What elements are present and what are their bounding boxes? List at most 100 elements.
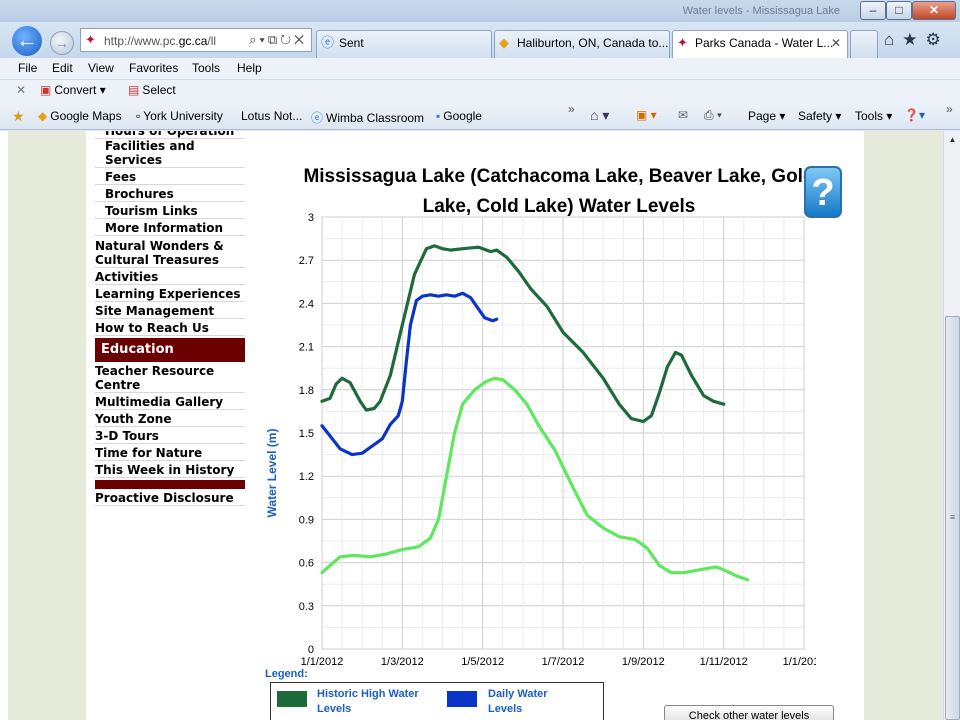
sidebar-item-this-week-in-history[interactable]: This Week in History	[95, 463, 245, 478]
y-tick-label: 2.4	[299, 298, 314, 310]
x-tick-label: 1/9/2012	[622, 656, 665, 668]
menu-tools[interactable]: Tools	[192, 61, 220, 75]
chevron-more-icon[interactable]: »	[946, 102, 953, 116]
page-menu[interactable]: Page ▾	[748, 109, 785, 123]
page-icon: ▫	[136, 109, 141, 123]
tab-sent[interactable]: ⓔ Sent	[316, 30, 492, 58]
sidebar-item-facilities[interactable]: Facilities and Services	[95, 139, 245, 168]
x-tick-label: 1/5/2012	[461, 656, 504, 668]
sidebar-item-brochures[interactable]: Brochures	[95, 187, 245, 202]
command-bar: ✕ ▣ Convert ▾ ▤ Select	[0, 80, 960, 102]
close-tab-icon[interactable]: ✕	[831, 31, 841, 55]
address-bar-icons[interactable]: ⌕▾⧉↻✕	[249, 32, 307, 48]
legend-label: Legend:	[265, 668, 308, 680]
menu-favorites[interactable]: Favorites	[129, 61, 178, 75]
sidebar-item-more-information[interactable]: More Information	[95, 221, 245, 236]
sidebar-item-3d-tours[interactable]: 3-D Tours	[95, 429, 245, 444]
page-margin-left	[8, 131, 86, 720]
maximize-button[interactable]: □	[886, 1, 912, 20]
menu-help[interactable]: Help	[237, 61, 262, 75]
sidebar-item-fees[interactable]: Fees	[95, 170, 245, 185]
help-menu-icon[interactable]: ❓▾	[904, 108, 925, 122]
sidebar-item-teacher-resource-centre[interactable]: Teacher Resource Centre	[95, 364, 245, 393]
mail-icon[interactable]: ✉	[678, 108, 688, 122]
legend-text-daily: Daily Water Levels	[488, 688, 548, 715]
menu-edit[interactable]: Edit	[52, 61, 73, 75]
x-tick-label: 1/7/2012	[542, 656, 585, 668]
page-margin-right	[864, 131, 943, 720]
maple-leaf-icon: ✦	[677, 35, 688, 50]
address-url[interactable]: http://www.pc.gc.ca/ll	[104, 34, 216, 48]
y-tick-label: 2.1	[299, 342, 314, 354]
address-bar[interactable]: ✦ http://www.pc.gc.ca/ll ⌕▾⧉↻✕	[80, 28, 312, 52]
feeds-icon[interactable]: ▣ ▾	[636, 108, 657, 122]
print-icon[interactable]: ⎙ ▾	[704, 108, 722, 123]
minimize-button[interactable]: –	[860, 1, 886, 20]
fav-york-university[interactable]: ▫ York University	[136, 109, 223, 123]
ie-page-icon: ⓔ	[321, 35, 335, 50]
menu-file[interactable]: File	[18, 61, 37, 75]
convert-button[interactable]: ▣ Convert ▾	[40, 83, 106, 97]
tab-haliburton[interactable]: ◆ Haliburton, ON, Canada to...	[494, 30, 670, 58]
favorites-star-icon[interactable]: ★	[12, 108, 25, 125]
maple-leaf-icon: ✦	[85, 32, 96, 47]
menu-bar: File Edit View Favorites Tools Help	[0, 58, 960, 80]
fav-google-maps[interactable]: ◆ Google Maps	[38, 109, 122, 123]
check-other-water-levels-button[interactable]: Check other water levels	[664, 705, 834, 720]
x-tick-label: 1/3/2012	[381, 656, 424, 668]
chevron-more-icon[interactable]: »	[568, 102, 575, 116]
y-tick-label: 0.6	[299, 558, 314, 570]
fav-google[interactable]: ▪ Google	[436, 109, 482, 123]
scroll-thumb[interactable]: ≡	[945, 316, 960, 720]
menu-view[interactable]: View	[88, 61, 114, 75]
maps-icon: ◆	[499, 35, 509, 50]
sidebar-item-time-for-nature[interactable]: Time for Nature	[95, 446, 245, 461]
sidebar-item-how-to-reach-us[interactable]: How to Reach Us	[95, 321, 245, 336]
pdf-convert-icon: ▣	[40, 83, 52, 97]
select-icon: ▤	[128, 83, 140, 97]
vertical-scrollbar[interactable]: ▲ ≡	[943, 131, 960, 720]
y-tick-label: 2.7	[299, 255, 314, 267]
legend-box: Historic High Water Levels Daily Water L…	[270, 682, 604, 720]
sidebar-item-natural-wonders[interactable]: Natural Wonders & Cultural Treasures	[95, 239, 245, 268]
y-tick-label: 0	[308, 644, 314, 656]
safety-menu[interactable]: Safety ▾	[798, 109, 841, 123]
sidebar-item-hours[interactable]: Hours of Operation	[95, 131, 245, 139]
sidebar-divider-bar	[95, 480, 245, 489]
scroll-up-arrow-icon[interactable]: ▲	[944, 131, 960, 148]
sidebar-heading-education[interactable]: Education	[95, 338, 245, 362]
tab-parks-canada[interactable]: ✦ Parks Canada - Water L... ✕	[672, 30, 848, 58]
sidebar-item-activities[interactable]: Activities	[95, 270, 245, 285]
fav-wimba-classroom[interactable]: ⓔ Wimba Classroom	[311, 109, 424, 126]
sidebar-item-proactive-disclosure[interactable]: Proactive Disclosure	[95, 491, 245, 506]
x-tick-label: 1/1/2013	[783, 656, 816, 668]
select-button[interactable]: ▤ Select	[128, 83, 176, 97]
close-button[interactable]: ✕	[912, 1, 956, 20]
new-tab-button[interactable]	[850, 30, 878, 58]
home-favorites-tools-icons[interactable]: ⌂★⚙	[884, 30, 949, 50]
navigation-bar: ← → ✦ http://www.pc.gc.ca/ll ⌕▾⧉↻✕ ⓔ Sen…	[0, 22, 960, 58]
close-toolbar-icon[interactable]: ✕	[16, 83, 26, 97]
x-tick-label: 1/11/2012	[700, 656, 748, 668]
y-tick-label: 1.2	[299, 471, 314, 483]
sidebar-item-multimedia-gallery[interactable]: Multimedia Gallery	[95, 395, 245, 410]
tools-menu[interactable]: Tools ▾	[855, 109, 892, 123]
legend-swatch-historic-high	[277, 691, 307, 707]
sidebar-item-learning-experiences[interactable]: Learning Experiences	[95, 287, 245, 302]
sidebar-item-site-management[interactable]: Site Management	[95, 304, 245, 319]
y-tick-label: 0.9	[299, 514, 314, 526]
google-icon: ▪	[436, 109, 441, 123]
y-tick-label: 1.8	[299, 385, 314, 397]
page-viewport: Hours of Operation Facilities and Servic…	[0, 131, 943, 720]
legend-swatch-daily	[447, 691, 477, 707]
window-caption: Water levels - Mississagua Lake	[682, 5, 840, 17]
fav-lotus-notes[interactable]: Lotus Not...	[241, 109, 302, 123]
ie-page-icon: ⓔ	[311, 111, 324, 125]
sidebar-item-tourism-links[interactable]: Tourism Links	[95, 204, 245, 219]
maps-icon: ◆	[38, 109, 48, 123]
back-button[interactable]: ←	[10, 24, 44, 58]
home-icon[interactable]: ⌂ ▾	[590, 107, 609, 124]
forward-button[interactable]: →	[50, 31, 74, 55]
sidebar-item-youth-zone[interactable]: Youth Zone	[95, 412, 245, 427]
y-tick-label: 1.5	[299, 428, 314, 440]
